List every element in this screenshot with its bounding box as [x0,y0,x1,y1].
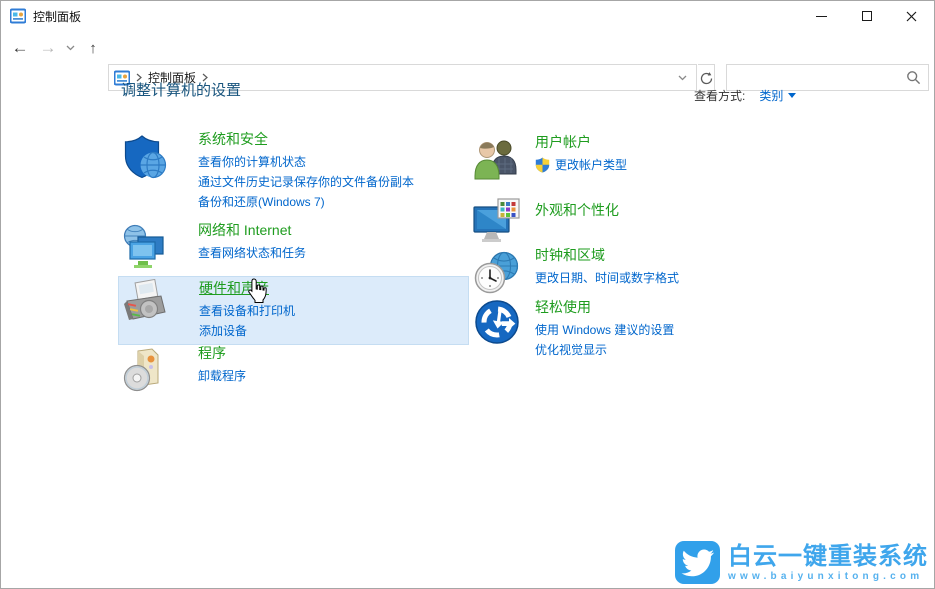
link-suggested-settings[interactable]: 使用 Windows 建议的设置 [535,320,674,340]
category-title-hardware-and-sound[interactable]: 硬件和声音 [199,278,269,299]
link-change-date-time-formats[interactable]: 更改日期、时间或数字格式 [535,268,679,288]
two-users-icon[interactable] [473,136,521,184]
link-add-device[interactable]: 添加设备 [199,321,295,341]
link-optimize-visual-display[interactable]: 优化视觉显示 [535,340,674,360]
forward-button[interactable]: → [35,31,61,65]
search-icon[interactable] [906,70,921,85]
window-title: 控制面板 [33,8,81,25]
category-network-and-internet: 网络和 Internet 查看网络状态和任务 [118,220,469,272]
chevron-down-icon [66,45,75,51]
category-title-ease-of-access[interactable]: 轻松使用 [535,297,591,318]
link-change-account-type[interactable]: 更改帐户类型 [535,155,627,175]
back-icon: ← [12,38,29,58]
view-by-label: 查看方式: [694,87,745,104]
link-file-history-backup[interactable]: 通过文件历史记录保存你的文件备份副本 [198,172,414,192]
printer-icon[interactable] [123,279,171,327]
view-by-value[interactable]: 类别 [759,87,783,104]
chevron-down-icon [678,75,687,81]
monitor-palette-icon[interactable] [473,198,521,246]
refresh-icon [700,71,713,85]
ease-of-access-icon[interactable] [473,298,521,346]
maximize-button[interactable] [844,1,889,31]
control-panel-icon [10,8,26,24]
up-icon: ↑ [89,40,97,57]
up-button[interactable]: ↑ [81,31,105,65]
category-appearance-personalization: 外观和个性化 [468,194,824,246]
category-hardware-and-sound[interactable]: 硬件和声音 查看设备和打印机 添加设备 [118,276,469,345]
back-button[interactable]: ← [7,31,33,65]
watermark-title: 白云一键重装系统 [728,544,928,570]
category-clock-and-region: 时钟和区域 更改日期、时间或数字格式 [468,245,824,297]
address-dropdown-button[interactable] [672,65,692,90]
minimize-icon [816,16,827,17]
dropdown-arrow-icon[interactable] [788,93,796,98]
shield-globe-icon[interactable] [122,133,170,181]
network-monitors-icon[interactable] [122,224,170,272]
category-title-network-and-internet[interactable]: 网络和 Internet [198,220,291,241]
link-review-computer-status[interactable]: 查看你的计算机状态 [198,152,414,172]
recent-locations-button[interactable] [61,31,79,65]
category-title-appearance-personalization[interactable]: 外观和个性化 [535,200,619,221]
watermark-domain: www.baiyunxitong.com [728,571,928,582]
close-button[interactable] [889,1,934,31]
category-title-clock-and-region[interactable]: 时钟和区域 [535,245,605,266]
link-backup-restore-windows7[interactable]: 备份和还原(Windows 7) [198,192,414,212]
watermark: 白云一键重装系统 www.baiyunxitong.com [675,541,928,584]
category-title-user-accounts[interactable]: 用户帐户 [535,132,591,153]
category-user-accounts: 用户帐户 更改帐户类型 [468,132,824,184]
close-icon [906,11,917,22]
title-bar: 控制面板 [1,1,934,31]
page-title: 调整计算机的设置 [121,79,241,100]
navigation-bar: ← → ↑ 控制面板 [1,31,934,65]
link-view-devices-printers[interactable]: 查看设备和打印机 [199,301,295,321]
category-system-and-security: 系统和安全 查看你的计算机状态 通过文件历史记录保存你的文件备份副本 备份和还原… [118,129,469,212]
clock-globe-icon[interactable] [473,249,521,297]
category-title-programs[interactable]: 程序 [198,343,226,364]
link-uninstall-program[interactable]: 卸载程序 [198,366,246,386]
category-title-system-and-security[interactable]: 系统和安全 [198,129,268,150]
uac-shield-icon [535,157,550,173]
category-programs: 程序 卸载程序 [118,343,469,395]
minimize-button[interactable] [799,1,844,31]
maximize-icon [862,11,872,21]
view-by-control: 查看方式: 类别 [694,87,796,104]
control-panel-window: 控制面板 ← → ↑ 控制面板 [0,0,935,589]
forward-icon: → [40,38,57,58]
category-ease-of-access: 轻松使用 使用 Windows 建议的设置 优化视觉显示 [468,294,824,360]
program-box-cd-icon[interactable] [122,347,170,395]
link-view-network-status[interactable]: 查看网络状态和任务 [198,243,306,263]
bird-logo-icon [675,541,720,584]
